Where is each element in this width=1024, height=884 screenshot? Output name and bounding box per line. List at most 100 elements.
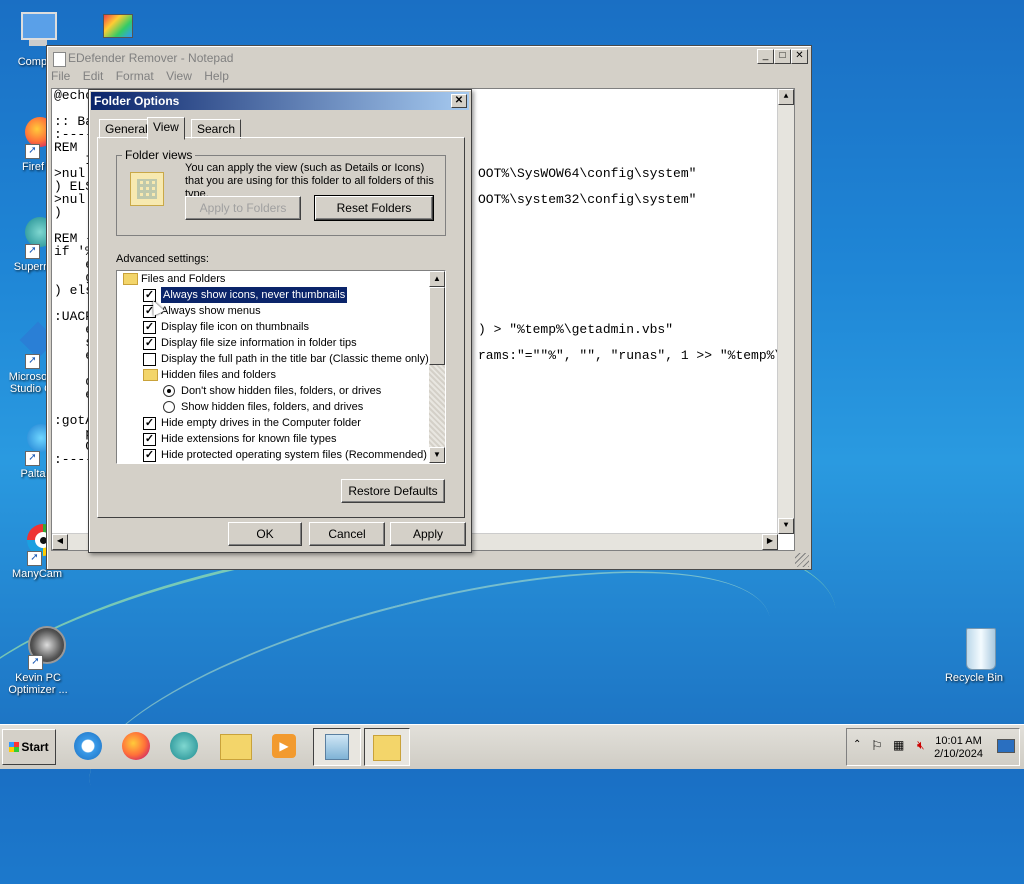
notepad-icon (53, 52, 66, 67)
setting-label: Always show icons, never thumbnails (159, 286, 349, 304)
checkbox[interactable]: ✓ (143, 337, 156, 350)
tab-view[interactable]: View (147, 117, 185, 140)
desktop-icon-recycle-bin[interactable]: Recycle Bin (939, 626, 1009, 684)
shortcut-arrow-icon: ➚ (25, 354, 40, 369)
desktop-icon-label: Firef (22, 161, 44, 173)
scroll-thumb[interactable] (429, 287, 445, 365)
volume-muted-icon[interactable]: 🔇︎ (917, 738, 925, 753)
taskbar-ie[interactable]: e (66, 728, 110, 764)
apply-button[interactable]: Apply (390, 522, 466, 546)
network-icon[interactable]: ▦ (893, 738, 904, 752)
checkbox[interactable] (143, 353, 156, 366)
taskbar-supermium[interactable] (162, 728, 206, 764)
scroll-down-button[interactable]: ▼ (429, 447, 445, 463)
taskbar-explorer[interactable] (214, 728, 258, 764)
clock-time: 10:01 AM (935, 735, 982, 747)
maximize-button[interactable]: □ (774, 49, 791, 64)
dialog-close-button[interactable]: ✕ (451, 94, 467, 108)
folder-options-icon (373, 735, 401, 761)
supermium-icon (170, 732, 198, 760)
taskbar: Start e ▶ ⌃ ⚐ ▦ 🔇︎ 10:01 AM 2/10/2024 (0, 724, 1024, 769)
checkbox[interactable]: ✓ (143, 321, 156, 334)
setting-label: Show hidden files, folders, and drives (181, 401, 364, 413)
taskbar-notepad[interactable] (313, 728, 361, 766)
notepad-icon (325, 734, 349, 760)
recycle-bin-icon (952, 626, 996, 670)
show-hidden-icons-icon[interactable]: ⌃ (853, 739, 861, 750)
clock[interactable]: 10:01 AM 2/10/2024 (934, 735, 983, 761)
system-tray: ⌃ ⚐ ▦ 🔇︎ 10:01 AM 2/10/2024 (846, 728, 1020, 766)
firefox-icon (122, 732, 150, 760)
folder-icon (143, 369, 158, 381)
cancel-button[interactable]: Cancel (309, 522, 385, 546)
dialog-titlebar[interactable]: Folder Options (91, 92, 469, 110)
resize-grip[interactable] (795, 553, 809, 567)
shortcut-arrow-icon: ➚ (28, 655, 43, 670)
folder-views-icon (130, 172, 164, 206)
menu-edit[interactable]: Edit (83, 69, 104, 83)
checkbox[interactable]: ✓ (143, 449, 156, 462)
scroll-down-button[interactable]: ▼ (778, 518, 794, 534)
start-label: Start (21, 740, 49, 754)
tab-search[interactable]: Search (191, 119, 242, 139)
setting-label: Hide extensions for known file types (161, 433, 337, 445)
folder-icon (123, 273, 138, 285)
setting-label: Hide protected operating system files (R… (161, 449, 427, 461)
scroll-left-button[interactable]: ◀ (52, 534, 68, 550)
shortcut-arrow-icon: ➚ (25, 451, 40, 466)
menu-view[interactable]: View (166, 69, 192, 83)
notepad-text-right: OOT%\SysWOW64\config\system" OOT%\system… (478, 166, 783, 363)
window-title: EDefender Remover - Notepad (68, 51, 234, 65)
scroll-up-button[interactable]: ▲ (429, 271, 445, 287)
ok-button[interactable]: OK (228, 522, 302, 546)
tab-label: View (153, 120, 179, 134)
apply-to-folders-button[interactable]: Apply to Folders (185, 196, 301, 220)
optimizer-icon: ➚ (16, 626, 66, 670)
media-player-icon: ▶ (272, 734, 296, 758)
vertical-scrollbar[interactable]: ▲ ▼ (777, 89, 794, 534)
setting-label: Display file icon on thumbnails (161, 321, 309, 333)
settings-scrollbar[interactable]: ▲ ▼ (429, 271, 445, 463)
close-button[interactable]: ✕ (791, 49, 808, 64)
setting-label: Hidden files and folders (161, 369, 276, 381)
shortcut-arrow-icon: ➚ (25, 144, 40, 159)
setting-label: Hide empty drives in the Computer folder (161, 417, 361, 429)
desktop-icon-label: Recycle Bin (944, 672, 1004, 684)
internet-explorer-icon: e (74, 732, 102, 760)
folder-views-legend: Folder views (122, 148, 196, 162)
taskbar-media-player[interactable]: ▶ (262, 728, 306, 764)
windows-logo-icon (9, 742, 20, 752)
scroll-up-button[interactable]: ▲ (778, 89, 794, 105)
setting-label: Display the full path in the title bar (… (161, 353, 429, 365)
scroll-right-button[interactable]: ▶ (762, 534, 778, 550)
start-button[interactable]: Start (2, 729, 56, 765)
menu-help[interactable]: Help (204, 69, 229, 83)
show-desktop-button[interactable] (997, 739, 1015, 753)
menu-file[interactable]: File (51, 69, 70, 83)
desktop-icon-kevin-pc-optimizer[interactable]: ➚ Kevin PC Optimizer ... (3, 626, 73, 696)
checkbox[interactable]: ✓ (143, 433, 156, 446)
radio-button[interactable] (163, 401, 175, 413)
action-center-flag-icon[interactable]: ⚐ (871, 738, 883, 754)
advanced-settings-list[interactable]: Files and Folders ✓ Always show icons, nev… (116, 270, 446, 464)
notepad-menubar: File Edit Format View Help (51, 69, 238, 85)
tab-label: Search (197, 122, 236, 136)
minimize-button[interactable]: _ (757, 49, 774, 64)
setting-label: Display file size information in folder … (161, 337, 357, 349)
restore-defaults-button[interactable]: Restore Defaults (341, 479, 445, 503)
desktop-icon-label: Palta (20, 468, 46, 480)
setting-label: Always show menus (161, 305, 261, 317)
tab-general[interactable]: General (99, 119, 154, 139)
shortcut-arrow-icon: ➚ (25, 244, 40, 259)
checkbox[interactable]: ✓ (143, 417, 156, 430)
setting-label: Files and Folders (141, 273, 226, 285)
taskbar-firefox[interactable] (114, 728, 158, 764)
radio-button[interactable] (163, 385, 175, 397)
tab-label: General (105, 122, 148, 136)
advanced-settings-label: Advanced settings: (116, 253, 209, 265)
reset-folders-button[interactable]: Reset Folders (314, 195, 434, 221)
taskbar-folder-options[interactable] (364, 728, 410, 766)
setting-label: Don't show hidden files, folders, or dri… (181, 385, 382, 397)
notepad-titlebar[interactable]: EDefender Remover - Notepad (50, 49, 808, 67)
menu-format[interactable]: Format (116, 69, 154, 83)
